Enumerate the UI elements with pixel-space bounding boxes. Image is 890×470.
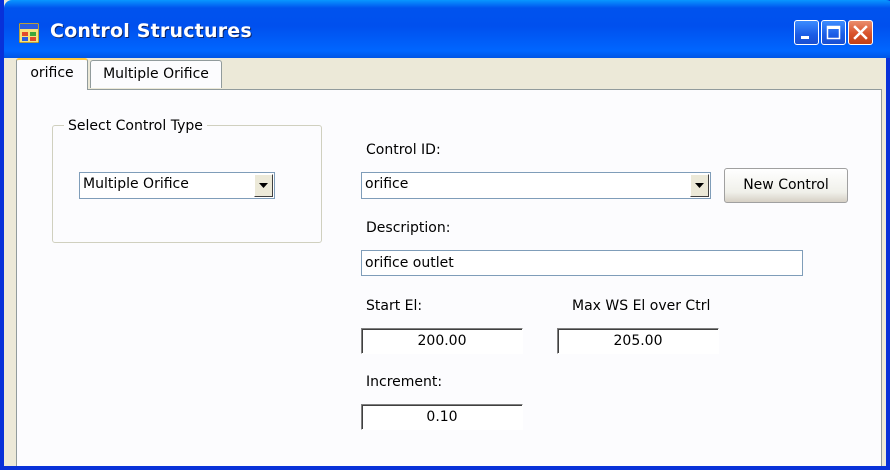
app-icon: [19, 23, 39, 43]
control-type-value: Multiple Orifice: [83, 176, 189, 192]
window-title: Control Structures: [50, 20, 252, 42]
maximize-button[interactable]: [821, 20, 846, 45]
title-bar[interactable]: Control Structures: [4, 0, 890, 58]
increment-input[interactable]: [362, 405, 522, 429]
control-id-label: Control ID:: [366, 142, 441, 158]
increment-field[interactable]: [361, 404, 523, 430]
control-structures-window: Control Structures orifice Multiple Orif…: [0, 0, 890, 470]
max-ws-el-input[interactable]: [558, 329, 718, 353]
control-type-dropdown-button[interactable]: [254, 174, 273, 197]
start-el-input[interactable]: [362, 329, 522, 353]
max-ws-el-field[interactable]: [557, 328, 719, 354]
tab-orifice[interactable]: orifice: [16, 58, 88, 90]
description-field[interactable]: [361, 250, 803, 276]
maximize-icon: [826, 25, 841, 40]
increment-label: Increment:: [366, 374, 443, 390]
chevron-down-icon: [695, 183, 704, 188]
start-el-label: Start El:: [366, 298, 423, 314]
chevron-down-icon: [259, 183, 268, 188]
close-icon: [853, 25, 868, 40]
control-type-group-label: Select Control Type: [64, 118, 207, 134]
max-ws-el-label: Max WS El over Ctrl: [572, 298, 711, 314]
control-type-dropdown[interactable]: Multiple Orifice: [79, 172, 275, 199]
new-control-button[interactable]: New Control: [724, 168, 848, 203]
control-id-value: orifice: [365, 176, 409, 192]
start-el-field[interactable]: [361, 328, 523, 354]
minimize-icon: [801, 36, 809, 39]
description-input[interactable]: [362, 251, 802, 275]
close-button[interactable]: [848, 20, 873, 45]
tab-multiple-orifice[interactable]: Multiple Orifice: [90, 60, 222, 88]
control-id-dropdown[interactable]: orifice: [361, 172, 711, 199]
description-label: Description:: [366, 220, 451, 236]
minimize-button[interactable]: [794, 20, 819, 45]
control-id-dropdown-button[interactable]: [690, 174, 709, 197]
